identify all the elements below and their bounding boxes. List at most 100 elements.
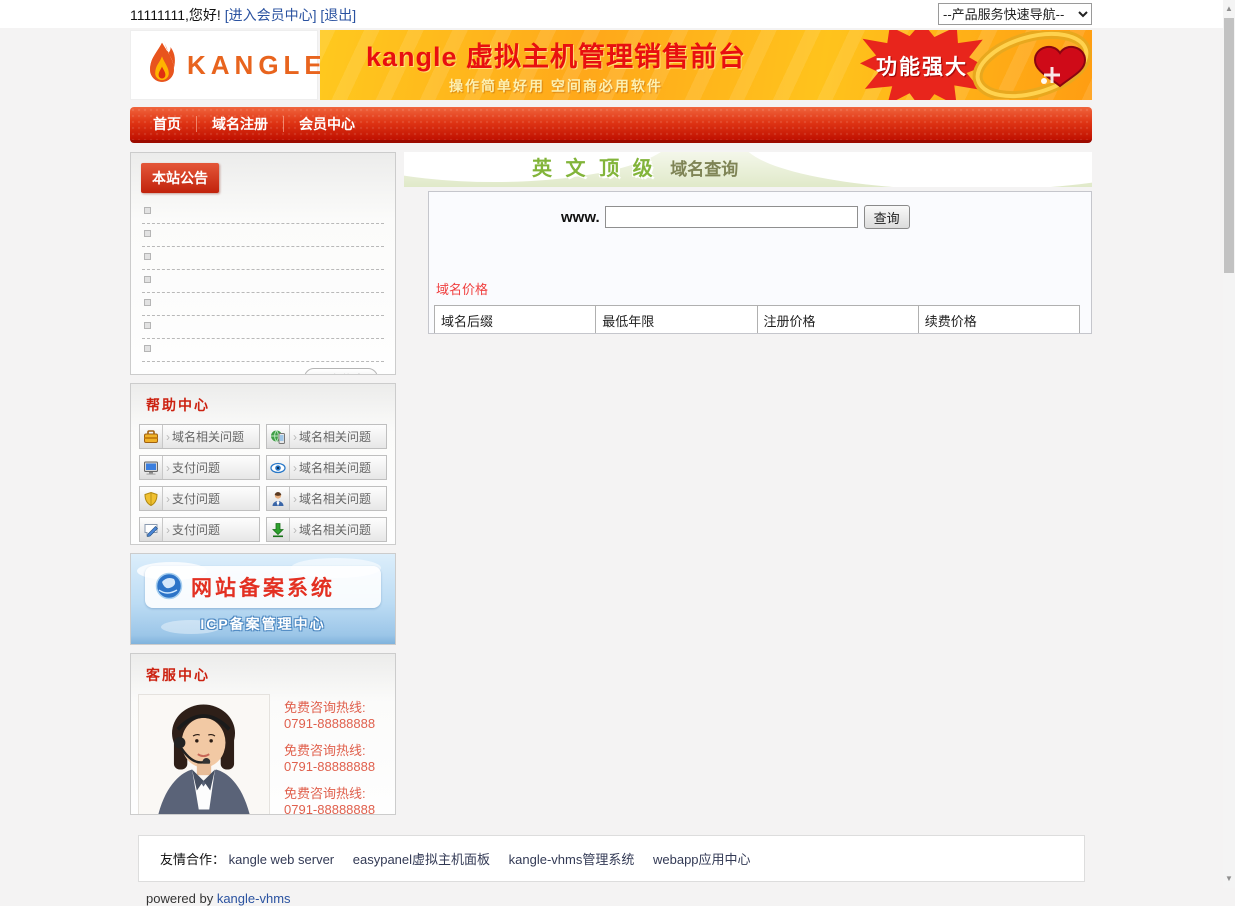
service-body: 免费咨询热线: 0791-88888888 免费咨询热线: 0791-88888… bbox=[138, 694, 388, 815]
domain-search-panel: www. 查询 域名价格 域名后缀 最低年限 注册价格 续费价格 bbox=[428, 191, 1092, 334]
scroll-up-icon[interactable]: ▲ bbox=[1223, 2, 1235, 16]
quick-nav-select[interactable]: --产品服务快速导航-- bbox=[938, 3, 1092, 25]
chevron-right-icon: › bbox=[166, 430, 170, 444]
service-center-box: 客服中心 bbox=[130, 653, 396, 815]
section-title-highlight: 英 文 顶 级 bbox=[532, 158, 657, 180]
partner-link-vhms[interactable]: kangle-vhms管理系统 bbox=[509, 852, 635, 867]
help-button-domain-2[interactable]: › 域名相关问题 bbox=[266, 424, 387, 449]
search-row: www. 查询 bbox=[429, 205, 1091, 229]
logo-text: KANGLE bbox=[187, 50, 327, 81]
announcement-item bbox=[142, 201, 384, 224]
footer-partners-box: 友情合作： kangle web server easypanel虚拟主机面板 … bbox=[138, 835, 1085, 882]
flame-icon bbox=[145, 39, 179, 92]
announcement-list bbox=[142, 201, 384, 362]
beian-pill: 网站备案系统 bbox=[145, 566, 381, 608]
bullet-icon bbox=[144, 299, 151, 306]
nav-item-home[interactable]: 首页 bbox=[138, 113, 196, 135]
help-button-domain-4[interactable]: › 域名相关问题 bbox=[266, 486, 387, 511]
partner-link-webapp[interactable]: webapp应用中心 bbox=[653, 852, 751, 867]
topbar: 11111111,您好! [进入会员中心] [退出] --产品服务快速导航-- bbox=[0, 0, 1235, 28]
help-button-domain-1[interactable]: › 域名相关问题 bbox=[139, 424, 260, 449]
help-button-payment-1[interactable]: › 支付问题 bbox=[139, 455, 260, 480]
announcement-item bbox=[142, 316, 384, 339]
partners-label: 友情合作： bbox=[160, 852, 225, 867]
help-button-domain-3[interactable]: › 域名相关问题 bbox=[266, 455, 387, 480]
shield-icon bbox=[140, 487, 163, 510]
gold-ring-icon bbox=[940, 31, 1092, 99]
announcement-item bbox=[142, 293, 384, 316]
powered-link[interactable]: kangle-vhms bbox=[217, 891, 291, 906]
announcement-item bbox=[142, 247, 384, 270]
help-grid: › 域名相关问题 › 域名相关问题 › bbox=[138, 424, 388, 542]
announcement-title: 本站公告 bbox=[141, 163, 219, 193]
chevron-right-icon: › bbox=[293, 430, 297, 444]
chevron-right-icon: › bbox=[166, 523, 170, 537]
page-column: KANGLE kangle 虚拟主机管理销售前台 操作简单好用 空间商必用软件 … bbox=[130, 30, 1092, 906]
partner-link-kangle[interactable]: kangle web server bbox=[229, 852, 335, 867]
eye-icon bbox=[267, 456, 290, 479]
logout-link[interactable]: [退出] bbox=[320, 7, 356, 23]
bullet-icon bbox=[144, 230, 151, 237]
hotline-list: 免费咨询热线: 0791-88888888 免费咨询热线: 0791-88888… bbox=[284, 694, 375, 815]
page-scrollbar[interactable]: ▲ ▼ bbox=[1223, 0, 1235, 888]
monitor-icon bbox=[140, 456, 163, 479]
domain-search-input[interactable] bbox=[605, 206, 858, 228]
service-center-title: 客服中心 bbox=[146, 665, 388, 685]
hotline-item: 免费咨询热线: 0791-88888888 bbox=[284, 786, 375, 815]
hotline-item: 免费咨询热线: 0791-88888888 bbox=[284, 743, 375, 775]
powered-by: powered by kangle-vhms bbox=[146, 891, 1092, 906]
bullet-icon bbox=[144, 253, 151, 260]
bullet-icon bbox=[144, 207, 151, 214]
announcement-item bbox=[142, 270, 384, 293]
query-button[interactable]: 查询 bbox=[864, 205, 910, 229]
content-area: 英 文 顶 级 域名查询 www. 查询 域名价格 域名后缀 最低年限 注册价格… bbox=[404, 152, 1092, 334]
beian-banner[interactable]: 网站备案系统 ICP备案管理中心 bbox=[130, 553, 396, 645]
more-info-button[interactable]: 更多信息 bbox=[304, 368, 378, 375]
beian-subtitle: ICP备案管理中心 bbox=[131, 614, 395, 634]
globe-phone-icon bbox=[267, 425, 290, 448]
edit-icon bbox=[140, 518, 163, 541]
price-table-header-row: 域名后缀 最低年限 注册价格 续费价格 bbox=[435, 306, 1080, 335]
partner-link-easypanel[interactable]: easypanel虚拟主机面板 bbox=[353, 852, 490, 867]
chevron-right-icon: › bbox=[166, 461, 170, 475]
scrollbar-thumb[interactable] bbox=[1224, 18, 1234, 273]
member-center-link[interactable]: [进入会员中心] bbox=[225, 7, 317, 23]
nav-item-domain-register[interactable]: 域名注册 bbox=[197, 113, 283, 135]
bullet-icon bbox=[144, 345, 151, 352]
help-button-payment-2[interactable]: › 支付问题 bbox=[139, 486, 260, 511]
price-table: 域名后缀 最低年限 注册价格 续费价格 bbox=[434, 305, 1080, 334]
download-icon bbox=[267, 518, 290, 541]
help-button-domain-5[interactable]: › 域名相关问题 bbox=[266, 517, 387, 542]
main-nav: 首页 域名注册 会员中心 bbox=[130, 107, 1092, 143]
briefcase-icon bbox=[140, 425, 163, 448]
site-header: KANGLE kangle 虚拟主机管理销售前台 操作简单好用 空间商必用软件 … bbox=[130, 30, 1092, 100]
user-greeting: 11111111,您好! [进入会员中心] [退出] bbox=[130, 5, 356, 25]
www-prefix-label: www. bbox=[561, 209, 600, 226]
nav-item-member-center[interactable]: 会员中心 bbox=[284, 113, 370, 135]
sidebar: 本站公告 更多信息 帮助中心 bbox=[130, 152, 396, 823]
main-row: 本站公告 更多信息 帮助中心 bbox=[130, 152, 1092, 823]
promo-banner: kangle 虚拟主机管理销售前台 操作简单好用 空间商必用软件 功能强大 bbox=[320, 30, 1092, 100]
help-center-title: 帮助中心 bbox=[146, 395, 388, 415]
chevron-right-icon: › bbox=[293, 461, 297, 475]
hotline-item: 免费咨询热线: 0791-88888888 bbox=[284, 700, 375, 732]
help-button-payment-3[interactable]: › 支付问题 bbox=[139, 517, 260, 542]
announcement-item bbox=[142, 339, 384, 362]
chevron-right-icon: › bbox=[293, 492, 297, 506]
greeting-text: 11111111,您好! bbox=[130, 7, 221, 23]
announcement-box: 本站公告 更多信息 bbox=[130, 152, 396, 375]
customer-service-photo bbox=[138, 694, 270, 815]
banner-subtitle: 操作简单好用 空间商必用软件 bbox=[320, 76, 792, 96]
bullet-icon bbox=[144, 276, 151, 283]
col-domain-suffix: 域名后缀 bbox=[435, 306, 596, 335]
logo[interactable]: KANGLE bbox=[130, 30, 318, 100]
col-renew-price: 续费价格 bbox=[918, 306, 1079, 335]
price-section-title: 域名价格 bbox=[436, 279, 1091, 298]
section-title-rest: 域名查询 bbox=[670, 160, 738, 179]
section-header: 英 文 顶 级 域名查询 bbox=[404, 152, 1092, 187]
banner-title: kangle 虚拟主机管理销售前台 bbox=[320, 35, 792, 74]
globe-icon bbox=[155, 572, 183, 603]
scroll-down-icon[interactable]: ▼ bbox=[1223, 872, 1235, 886]
col-register-price: 注册价格 bbox=[757, 306, 918, 335]
announcement-item bbox=[142, 224, 384, 247]
